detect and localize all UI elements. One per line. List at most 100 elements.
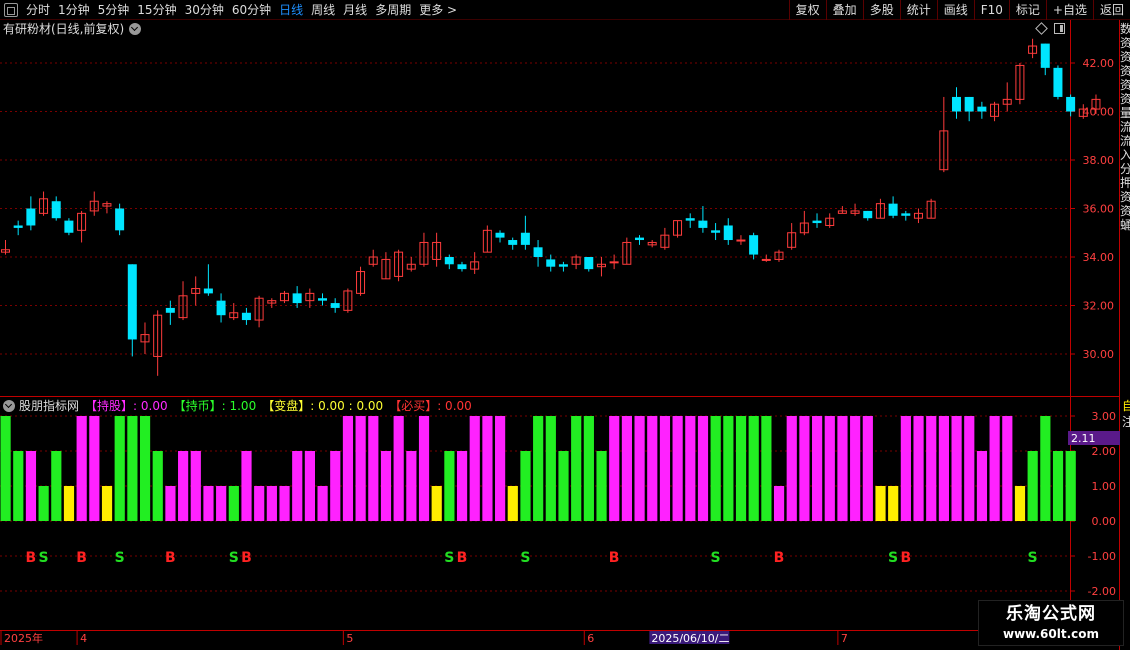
indicator-bar bbox=[773, 486, 785, 521]
indicator-bar bbox=[672, 416, 683, 521]
indicator-bar bbox=[862, 416, 873, 521]
indicator-bar bbox=[89, 416, 100, 521]
watermark-logo: 乐淘公式网 www.60lt.com bbox=[978, 600, 1124, 646]
indicator-bar bbox=[850, 416, 861, 521]
indicator-bar bbox=[812, 416, 823, 521]
indicator-bar bbox=[545, 416, 556, 521]
buy-signal: B bbox=[76, 550, 87, 566]
indicator-bar bbox=[723, 416, 734, 521]
indicator-bar bbox=[456, 451, 468, 521]
candle-body bbox=[761, 258, 771, 261]
indicator-bar bbox=[875, 486, 886, 521]
indicator-bar bbox=[583, 416, 594, 521]
candle-body bbox=[318, 298, 327, 301]
price-tick-label: 32.00 bbox=[1083, 300, 1115, 313]
price-tick-label: 38.00 bbox=[1083, 154, 1115, 167]
indicator-bar bbox=[1052, 451, 1064, 521]
indicator-bar bbox=[913, 416, 924, 521]
indicator-tick-label: 0.00 bbox=[1092, 515, 1117, 528]
indicator-bar bbox=[178, 451, 189, 521]
indicator-bar bbox=[482, 416, 493, 521]
candle-body bbox=[901, 213, 911, 216]
sell-signal: S bbox=[444, 550, 454, 566]
candle-body bbox=[711, 230, 721, 233]
indicator-bar bbox=[380, 451, 392, 521]
indicator-bar bbox=[330, 451, 341, 521]
indicator-bar bbox=[507, 486, 518, 521]
candle-body bbox=[127, 264, 137, 340]
indicator-bar bbox=[216, 486, 227, 521]
indicator-bar bbox=[799, 416, 810, 521]
indicator-bar bbox=[786, 416, 797, 521]
candle-body bbox=[723, 225, 733, 241]
indicator-bar bbox=[520, 451, 531, 521]
buy-signal: B bbox=[241, 550, 252, 566]
indicator-bar bbox=[368, 416, 379, 521]
candle-body bbox=[495, 232, 505, 238]
indicator-bar bbox=[888, 486, 899, 521]
indicator-bar bbox=[1014, 486, 1026, 521]
indicator-bar bbox=[951, 416, 962, 521]
buy-signal: B bbox=[774, 550, 785, 566]
indicator-bar bbox=[748, 416, 759, 521]
buy-signal: B bbox=[457, 550, 468, 566]
indicator-bar bbox=[393, 416, 404, 521]
indicator-bar bbox=[13, 451, 24, 521]
candle-body bbox=[888, 203, 898, 216]
candle-body bbox=[115, 208, 125, 231]
candle-body bbox=[457, 264, 467, 270]
candle-body bbox=[533, 247, 543, 257]
candle-body bbox=[508, 240, 518, 245]
indicator-bar bbox=[989, 416, 1000, 521]
candle-body bbox=[964, 96, 974, 112]
indicator-tick-label: 2.00 bbox=[1092, 445, 1117, 458]
candle-body bbox=[13, 225, 23, 228]
indicator-bar bbox=[469, 416, 480, 521]
indicator-bar bbox=[837, 416, 848, 521]
watermark-title: 乐淘公式网 bbox=[1006, 604, 1096, 624]
candle-body bbox=[444, 257, 454, 265]
candle-body bbox=[64, 220, 74, 233]
indicator-bar bbox=[25, 451, 37, 521]
candle-body bbox=[546, 259, 556, 267]
chart-area[interactable]: 30.00 32.00 34.00 36.00 38.00 4 0.00 42.00 3.00 2… bbox=[0, 0, 1130, 650]
indicator-bar bbox=[444, 451, 455, 521]
indicator-bar bbox=[710, 416, 721, 521]
price-tick-label: 34.00 bbox=[1083, 251, 1115, 264]
indicator-bar bbox=[38, 486, 49, 521]
candle-body bbox=[749, 235, 759, 255]
indicator-bar bbox=[761, 416, 772, 521]
date-label: 2025年 bbox=[4, 631, 43, 645]
indicator-bar bbox=[190, 451, 201, 521]
indicator-bar bbox=[621, 416, 632, 521]
price-tick-label: 42.00 bbox=[1083, 57, 1115, 70]
candle-body bbox=[1053, 67, 1063, 97]
indicator-bar bbox=[254, 486, 265, 521]
indicator-bar bbox=[1040, 416, 1051, 521]
sell-signal: S bbox=[888, 550, 898, 566]
indicator-tick-label: 1.00 bbox=[1092, 480, 1117, 493]
candle-body bbox=[292, 293, 302, 304]
indicator-bar bbox=[152, 451, 163, 521]
candle-body bbox=[216, 300, 226, 316]
indicator-bar bbox=[127, 416, 138, 521]
indicator-bar bbox=[241, 451, 252, 521]
candle-body bbox=[698, 220, 708, 228]
indicator-bar bbox=[418, 416, 430, 521]
candle-body bbox=[736, 239, 746, 242]
candle-body bbox=[1040, 43, 1050, 68]
indicator-bar bbox=[0, 416, 11, 521]
indicator-bar bbox=[228, 486, 239, 521]
sell-signal: S bbox=[711, 550, 721, 566]
indicator-bar bbox=[647, 416, 658, 521]
candle-body bbox=[609, 261, 619, 264]
indicator-bar bbox=[609, 416, 620, 521]
price-tick-label: 36.00 bbox=[1083, 203, 1115, 216]
indicator-tick-label: 3.00 bbox=[1092, 410, 1117, 423]
indicator-bar bbox=[571, 416, 582, 521]
candle-body bbox=[812, 220, 822, 224]
date-label: 4 bbox=[80, 632, 87, 645]
buy-signal: B bbox=[609, 550, 620, 566]
indicator-bar bbox=[1002, 416, 1013, 521]
indicator-bar bbox=[139, 416, 151, 521]
